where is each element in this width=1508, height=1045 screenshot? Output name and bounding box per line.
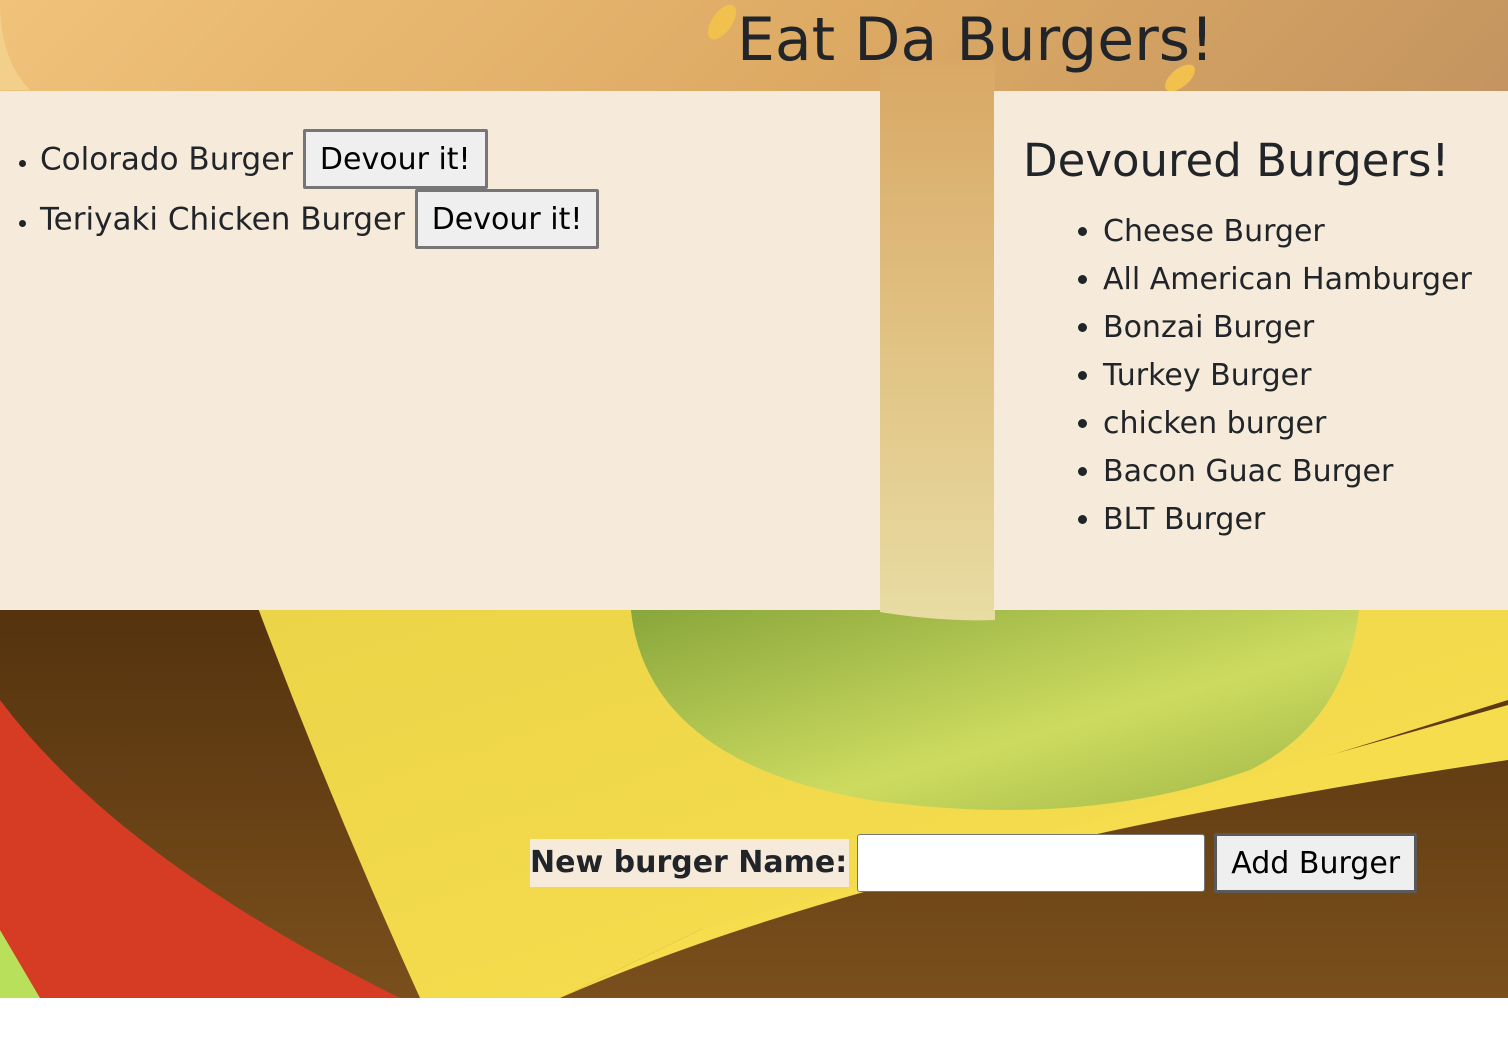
list-item: Colorado Burger Devour it! <box>40 129 599 189</box>
list-item: BLT Burger <box>1103 496 1472 544</box>
list-item: Cheese Burger <box>1103 208 1472 256</box>
devoured-burgers-panel: Devoured Burgers! Cheese Burger All Amer… <box>994 91 1508 610</box>
devour-button[interactable]: Devour it! <box>414 189 600 249</box>
list-item: Bonzai Burger <box>1103 304 1472 352</box>
burger-name-label: New burger Name: <box>530 839 850 887</box>
devoured-burger-list: Cheese Burger All American Hamburger Bon… <box>994 208 1472 544</box>
page-title: Eat Da Burgers! <box>737 5 1215 75</box>
burger-name: Teriyaki Chicken Burger <box>40 201 405 238</box>
add-burger-form: New burger Name: Add Burger <box>530 832 1418 894</box>
list-item: Bacon Guac Burger <box>1103 448 1472 496</box>
burger-name-input[interactable] <box>857 834 1206 892</box>
uneaten-burgers-panel: Colorado Burger Devour it! Teriyaki Chic… <box>0 91 880 610</box>
burger-name: Colorado Burger <box>40 141 294 178</box>
list-item: All American Hamburger <box>1103 256 1472 304</box>
add-burger-button[interactable]: Add Burger <box>1214 833 1418 893</box>
page: Eat Da Burgers! Colorado Burger Devour i… <box>0 0 1508 998</box>
list-item: Turkey Burger <box>1103 352 1472 400</box>
list-item: chicken burger <box>1103 400 1472 448</box>
uneaten-burger-list: Colorado Burger Devour it! Teriyaki Chic… <box>0 129 600 251</box>
list-item: Teriyaki Chicken Burger Devour it! <box>40 189 600 249</box>
devour-button[interactable]: Devour it! <box>302 129 488 189</box>
devoured-heading: Devoured Burgers! <box>1023 134 1450 187</box>
